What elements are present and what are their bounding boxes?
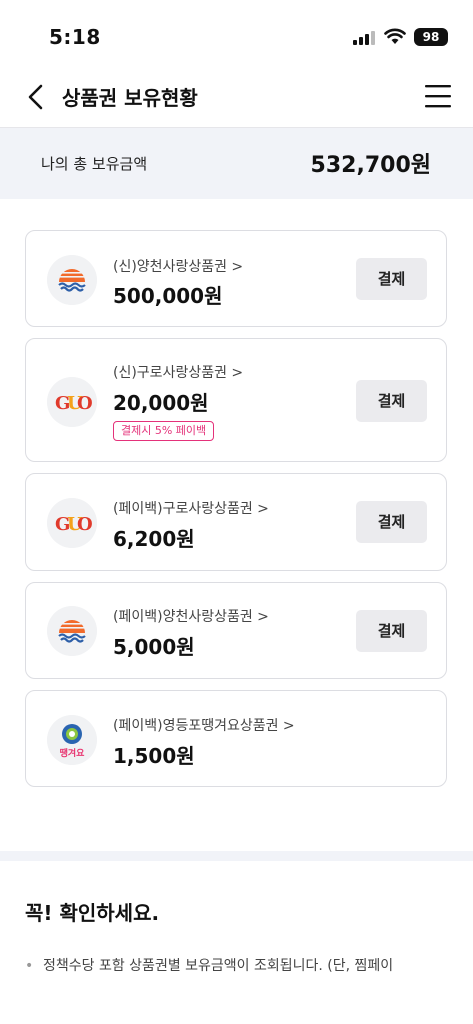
voucher-amount: 500,000원 [113, 284, 223, 308]
voucher-amount: 6,200원 [113, 527, 195, 551]
voucher-name[interactable]: (페이백)구로사랑상품권 > [113, 498, 269, 518]
notice-text: 정책수당 포함 상품권별 보유금액이 조회됩니다. (단, 찜페이 [43, 958, 394, 974]
svg-text:O: O [77, 514, 93, 535]
page-title: 상품권 보유현황 [62, 86, 198, 110]
pay-button[interactable]: 결제 [356, 610, 427, 652]
voucher-name[interactable]: (신)구로사랑상품권 > [113, 362, 243, 382]
pay-button[interactable]: 결제 [356, 380, 427, 422]
guro-logo-icon: G U O [47, 498, 97, 548]
pay-button[interactable]: 결제 [356, 258, 427, 300]
voucher-card[interactable]: (페이백)양천사랑상품권 > 5,000원 결제 [25, 582, 447, 679]
section-divider [0, 851, 473, 861]
header: 상품권 보유현황 [0, 70, 473, 128]
notice-item: • 정책수당 포함 상품권별 보유금액이 조회됩니다. (단, 찜페이 [25, 953, 455, 979]
voucher-amount: 20,000원 [113, 391, 209, 415]
total-balance-label: 나의 총 보유금액 [41, 155, 148, 173]
svg-text:땡겨요: 땡겨요 [60, 747, 86, 759]
status-time: 5:18 [49, 25, 101, 49]
back-arrow-icon[interactable] [24, 82, 50, 112]
voucher-amount: 1,500원 [113, 744, 195, 768]
voucher-name[interactable]: (신)양천사랑상품권 > [113, 256, 243, 276]
yeongdeungpo-logo-icon: 땡겨요 [47, 715, 97, 765]
bullet-icon: • [25, 958, 34, 974]
voucher-amount: 5,000원 [113, 635, 195, 659]
total-balance-value: 532,700원 [310, 153, 431, 178]
status-bar: 5:18 98 [0, 0, 473, 70]
voucher-card[interactable]: G U O (페이백)구로사랑상품권 > 6,200원 결제 [25, 473, 447, 571]
payback-badge: 결제시 5% 페이백 [113, 421, 215, 441]
wifi-icon [384, 28, 406, 44]
total-balance-bar: 나의 총 보유금액 532,700원 [0, 128, 473, 199]
hamburger-menu-icon[interactable] [424, 83, 452, 109]
voucher-name[interactable]: (페이백)양천사랑상품권 > [113, 606, 269, 626]
notice-title: 꼭! 확인하세요. [25, 901, 160, 925]
voucher-card[interactable]: G U O (신)구로사랑상품권 > 20,000원 결제시 5% 페이백 결제 [25, 338, 447, 462]
voucher-name[interactable]: (페이백)영등포땡겨요상품권 > [113, 715, 295, 735]
voucher-card[interactable]: (신)양천사랑상품권 > 500,000원 결제 [25, 230, 447, 327]
guro-logo-icon: G U O [47, 377, 97, 427]
signal-icon [353, 31, 375, 45]
svg-text:O: O [77, 393, 93, 414]
voucher-card[interactable]: 땡겨요 (페이백)영등포땡겨요상품권 > 1,500원 [25, 690, 447, 787]
pay-button[interactable]: 결제 [356, 501, 427, 543]
sunrise-wave-logo-icon [47, 255, 97, 305]
sunrise-wave-logo-icon [47, 606, 97, 656]
battery-indicator: 98 [414, 28, 448, 46]
